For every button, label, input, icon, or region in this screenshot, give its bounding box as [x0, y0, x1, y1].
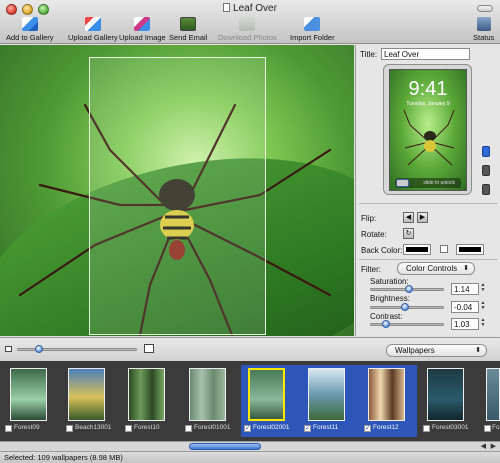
- divider: [359, 203, 497, 204]
- thumbnail-checkbox[interactable]: [185, 425, 192, 432]
- upload-image-button[interactable]: Upload Image: [119, 17, 166, 42]
- thumbnail-image[interactable]: [486, 368, 500, 421]
- thumbnail-checkbox[interactable]: [423, 425, 430, 432]
- brightness-slider-knob[interactable]: [401, 303, 409, 311]
- large-thumbnail-icon: [144, 344, 154, 353]
- secondary-color-swatch: [459, 247, 481, 252]
- flip-label: Flip:: [361, 214, 377, 223]
- unlock-knob-icon: [396, 179, 409, 187]
- device-iphone-dark-icon[interactable]: [482, 184, 490, 195]
- back-color-label: Back Color:: [361, 246, 403, 255]
- thumbnail-image[interactable]: [368, 368, 405, 421]
- status-icon: [476, 17, 491, 31]
- thumbnail-checkbox[interactable]: [125, 425, 132, 432]
- device-iphone-blue-icon[interactable]: [482, 146, 490, 157]
- thumbnail-image[interactable]: [189, 368, 226, 421]
- browser-controls: Wallpapers ⬍: [0, 337, 500, 361]
- thumbnail-label: Fore: [492, 424, 500, 431]
- thumbnail-checkbox[interactable]: [484, 425, 491, 432]
- import-folder-icon: [304, 17, 321, 31]
- device-preview: 9:41 Tuesday, January 9 slide to unlock: [383, 64, 472, 195]
- send-email-button[interactable]: Send Email: [169, 17, 207, 42]
- saturation-stepper[interactable]: ▲ ▼: [480, 283, 486, 294]
- rotate-label: Rotate:: [361, 230, 387, 239]
- thumbnail-checkbox[interactable]: ✓: [304, 425, 311, 432]
- send-email-icon: [180, 17, 197, 31]
- thumbnail-checkbox[interactable]: ✓: [244, 425, 251, 432]
- document-icon: [223, 3, 231, 12]
- title-field[interactable]: Leaf Over: [381, 48, 470, 60]
- preview-date: Tuesday, January 9: [406, 101, 450, 107]
- thumbnail-image[interactable]: [248, 368, 285, 421]
- back-color-swatch: [406, 247, 428, 252]
- add-to-gallery-icon: [21, 17, 38, 31]
- filter-label: Filter:: [361, 265, 381, 274]
- status-button[interactable]: Status: [473, 17, 494, 42]
- import-folder-button[interactable]: Import Folder: [290, 17, 335, 42]
- thumbnail-image[interactable]: [308, 368, 345, 421]
- device-iphone-black-icon[interactable]: [482, 165, 490, 176]
- window-title: Leaf Over: [0, 3, 500, 14]
- small-thumbnail-icon: [5, 346, 12, 352]
- horizontal-scrollbar[interactable]: ◀ ▶: [0, 441, 500, 451]
- source-select[interactable]: Wallpapers ⬍: [386, 344, 487, 357]
- preview-screen: 9:41 Tuesday, January 9 slide to unlock: [389, 69, 467, 191]
- thumbnail-label: Beach13001: [75, 424, 112, 431]
- app-window: Leaf Over Add to Gallery Upload Gallery …: [0, 0, 500, 463]
- saturation-slider-knob[interactable]: [405, 285, 413, 293]
- secondary-color-well[interactable]: [456, 244, 484, 255]
- thumbnail-label: Forest12: [373, 424, 399, 431]
- flip-horizontal-icon[interactable]: ◀: [403, 212, 414, 223]
- thumbnail-label: Forest03001: [432, 424, 469, 431]
- saturation-field[interactable]: 1.14: [451, 283, 479, 295]
- preview-clock: 9:41: [408, 78, 448, 100]
- back-color-well[interactable]: [403, 244, 431, 255]
- rotate-icon[interactable]: ↻: [403, 228, 414, 239]
- thumbnail-checkbox[interactable]: [66, 425, 73, 432]
- slide-to-unlock: slide to unlock: [395, 178, 461, 188]
- toolbar-toggle-button[interactable]: [477, 5, 493, 12]
- download-photos-button[interactable]: Download Photos: [218, 17, 277, 42]
- brightness-field[interactable]: -0.04: [451, 301, 479, 313]
- thumbnail-image[interactable]: [128, 368, 165, 421]
- divider: [359, 259, 497, 260]
- back-color-checkbox[interactable]: [440, 245, 448, 253]
- thumbnail-checkbox[interactable]: [5, 425, 12, 432]
- thumbnail-size-knob[interactable]: [35, 345, 43, 353]
- brightness-stepper[interactable]: ▲ ▼: [480, 301, 486, 312]
- upload-gallery-button[interactable]: Upload Gallery: [68, 17, 118, 42]
- contrast-field[interactable]: 1.03: [451, 318, 479, 330]
- brightness-label: Brightness:: [370, 294, 411, 303]
- thumbnail-label: Forest01001: [194, 424, 231, 431]
- upload-image-icon: [134, 17, 151, 31]
- scroll-right-icon[interactable]: ▶: [491, 442, 496, 450]
- status-bar: Selected: 109 wallpapers (8.98 MB): [0, 451, 500, 463]
- thumbnail-label: Forest09: [14, 424, 40, 431]
- thumbnail-label: Forest11: [313, 424, 339, 431]
- add-to-gallery-button[interactable]: Add to Gallery: [6, 17, 54, 42]
- flip-vertical-icon[interactable]: ▶: [417, 212, 428, 223]
- thumbnail-checkbox[interactable]: ✓: [364, 425, 371, 432]
- thumbnail-image[interactable]: [427, 368, 464, 421]
- download-photos-icon: [239, 17, 256, 31]
- toolbar: Leaf Over Add to Gallery Upload Gallery …: [0, 0, 500, 44]
- scrollbar-thumb[interactable]: [189, 443, 261, 450]
- inspector-panel: Title: Leaf Over 9:41 Tuesday, January 9…: [355, 45, 500, 336]
- image-canvas[interactable]: [0, 45, 354, 336]
- title-label: Title:: [360, 50, 378, 59]
- contrast-slider-knob[interactable]: [382, 320, 390, 328]
- crop-frame[interactable]: [89, 57, 266, 335]
- thumbnail-image[interactable]: [10, 368, 47, 421]
- thumbnail-label: Forest10: [134, 424, 160, 431]
- upload-gallery-icon: [84, 17, 101, 31]
- saturation-label: Saturation:: [370, 277, 409, 286]
- chevron-updown-icon: ⬍: [475, 347, 481, 354]
- chevron-updown-icon: ⬍: [463, 265, 469, 272]
- scroll-left-icon[interactable]: ◀: [481, 442, 486, 450]
- thumbnail-label: Forest02001: [253, 424, 290, 431]
- filter-select[interactable]: Color Controls ⬍: [397, 262, 475, 275]
- contrast-stepper[interactable]: ▲ ▼: [480, 318, 486, 329]
- thumbnail-image[interactable]: [68, 368, 105, 421]
